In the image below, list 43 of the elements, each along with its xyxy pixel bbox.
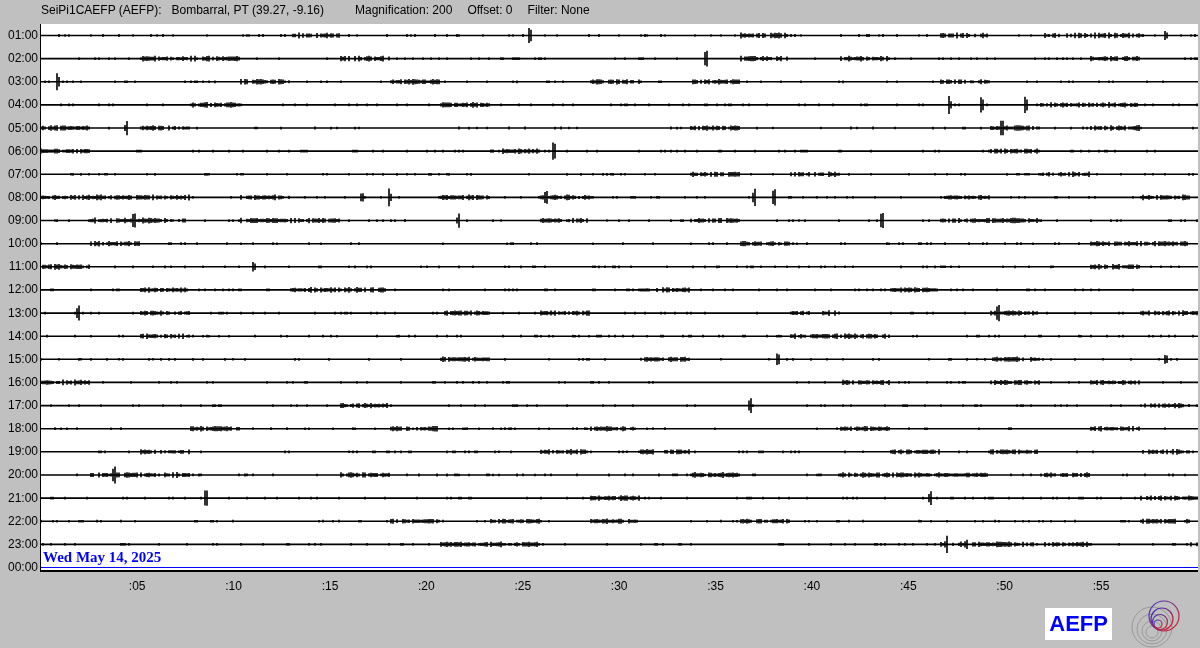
- hour-label: 14:00: [6, 327, 39, 345]
- hour-label: 19:00: [6, 443, 39, 461]
- minute-label: :15: [321, 579, 339, 593]
- minute-label: :40: [803, 579, 821, 593]
- hour-label: 01:00: [6, 27, 39, 44]
- hour-label: 16:00: [6, 373, 39, 391]
- minute-label: :30: [610, 579, 628, 593]
- hour-label: 04:00: [6, 96, 39, 114]
- offset-text: Offset: 0: [467, 3, 513, 17]
- date-text: Wed May 14, 2025: [43, 549, 162, 567]
- hour-label: 20:00: [6, 466, 39, 484]
- station-text: SeiPi1CAEFP (AEFP):: [41, 3, 162, 17]
- hour-label: 22:00: [6, 512, 39, 530]
- hour-label: 23:00: [6, 535, 39, 553]
- hour-label: 11:00: [7, 258, 39, 276]
- hour-label: 03:00: [6, 73, 39, 91]
- minute-label: :45: [899, 579, 917, 593]
- minute-label: :10: [225, 579, 242, 593]
- minute-label: :20: [418, 579, 435, 593]
- minute-label: :35: [707, 579, 724, 593]
- hour-label: 02:00: [6, 50, 39, 68]
- hour-label: 13:00: [6, 304, 39, 322]
- location-text: Bombarral, PT (39.27, -9.16): [171, 3, 324, 17]
- minute-label: :25: [514, 579, 532, 593]
- hour-label: 21:00: [6, 489, 39, 507]
- filter-text: Filter: None: [527, 3, 590, 17]
- hour-label: 10:00: [6, 235, 39, 253]
- minute-label: :55: [1092, 579, 1110, 593]
- hour-label: 15:00: [6, 350, 39, 368]
- hour-label: 05:00: [6, 119, 39, 137]
- hour-label: 00:00: [6, 558, 39, 576]
- hour-label: 07:00: [6, 165, 39, 183]
- logo-text: AEFP: [1045, 608, 1112, 640]
- minute-label: :50: [996, 579, 1014, 593]
- minute-label: :05: [128, 579, 146, 593]
- hour-label: 12:00: [6, 281, 39, 299]
- hour-label: 09:00: [6, 212, 39, 229]
- hour-label: 18:00: [6, 420, 39, 438]
- concentric-circles-logo-icon: [1130, 599, 1182, 648]
- hour-label: 17:00: [6, 397, 39, 414]
- magnification-text: Magnification: 200: [355, 3, 453, 17]
- hour-label: 08:00: [6, 188, 39, 206]
- hour-label: 06:00: [6, 142, 39, 160]
